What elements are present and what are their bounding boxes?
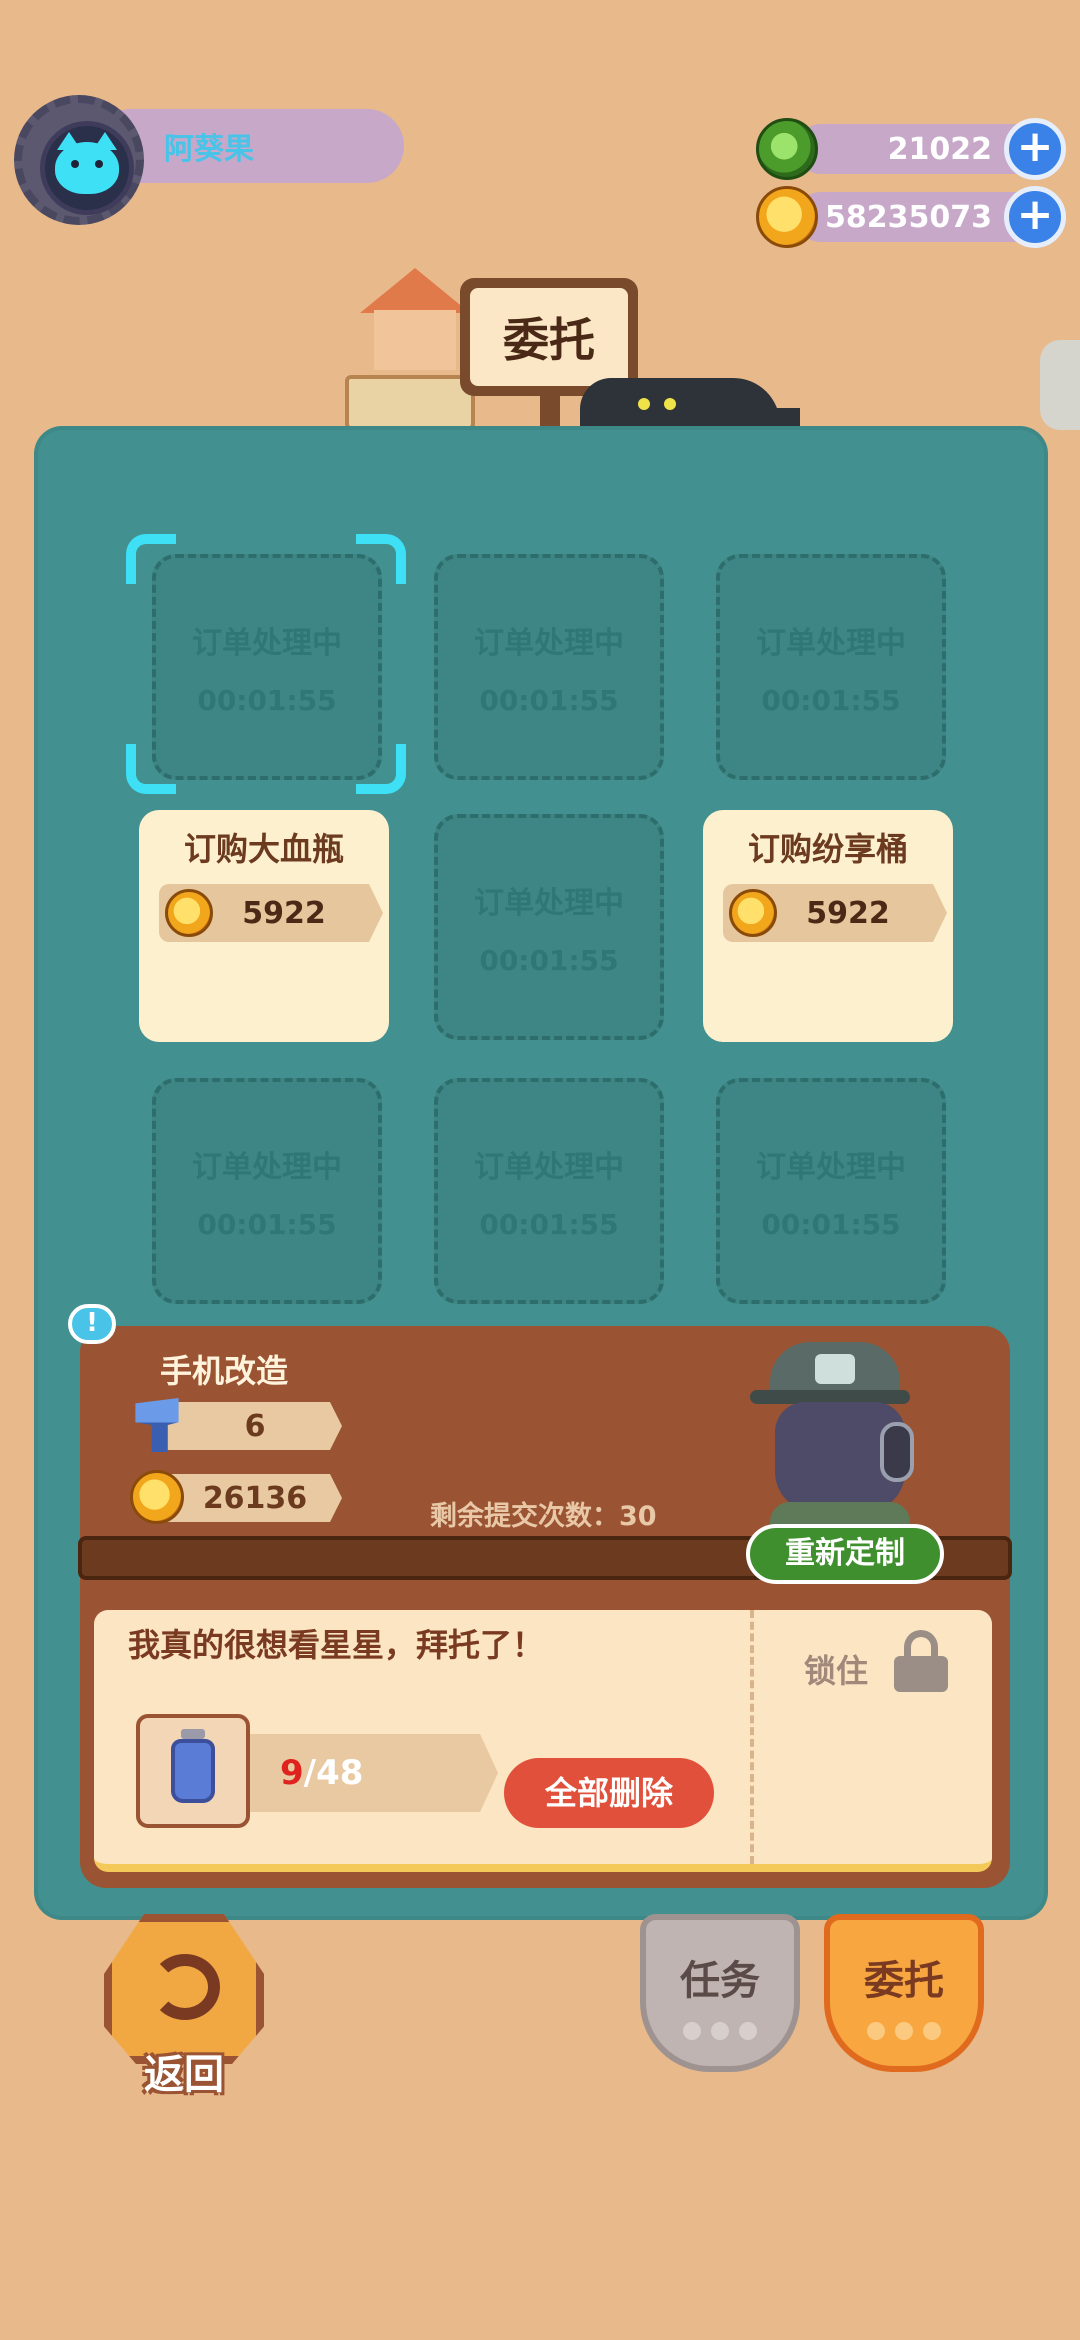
order-slot-processing[interactable]: 订单处理中 00:01:55 [152,1078,382,1304]
reward-amount: 26136 [160,1474,342,1522]
slot-status: 订单处理中 [756,1149,906,1185]
npc-character [740,1332,940,1538]
ticket-divider [750,1610,754,1864]
order-title: 订购大血瓶 [183,830,344,868]
order-slot-processing[interactable]: 订单处理中 00:01:55 [434,1078,664,1304]
gold-coin-icon [756,186,818,248]
sign-post [540,390,560,430]
gold-coin-icon [729,889,777,937]
back-label: 返回 [144,2052,224,2098]
house-icon [360,268,470,370]
avatar-frame[interactable] [14,95,144,225]
order-price-value: 5922 [806,895,890,931]
delete-all-button[interactable]: 全部删除 [504,1758,714,1828]
add-gems-button[interactable]: + [1004,118,1066,180]
return-arrow-icon [150,1954,220,2020]
slot-timer: 00:01:55 [761,683,901,717]
order-card-share-bucket[interactable]: 订购纷享桶 5922 [703,810,953,1042]
star-jar-icon [171,1729,215,1803]
order-card-blood-potion[interactable]: 订购大血瓶 5922 [139,810,389,1042]
gold-coin-icon [165,889,213,937]
order-slot-processing[interactable]: 订单处理中 00:01:55 [716,554,946,780]
slot-timer: 00:01:55 [197,1207,337,1241]
paw-icon [683,2022,757,2040]
slot-status: 订单处理中 [192,625,342,661]
request-card: 我真的很想看星星，拜托了！ 9 /48 全部删除 锁住 [94,1610,992,1872]
avatar [40,121,134,215]
side-drawer-handle[interactable] [1040,340,1080,430]
item-count-current: 9 [280,1753,304,1793]
tab-commission[interactable]: 委托 [824,1914,984,2072]
slot-timer: 00:01:55 [197,683,337,717]
reward-amount: 6 [160,1402,342,1450]
order-price: 5922 [723,884,947,942]
coin-counter: 58235073 + [756,186,1066,248]
item-progress: 9 /48 [250,1734,498,1812]
player-profile[interactable]: 阿葵果 [14,95,404,225]
back-button[interactable]: 返回 [104,1914,264,2098]
info-icon[interactable]: ! [68,1304,116,1344]
slot-timer: 00:01:55 [761,1207,901,1241]
tab-tasks[interactable]: 任务 [640,1914,800,2072]
reward-coins: 26136 [130,1470,342,1524]
cat-avatar-icon [55,132,119,194]
item-count-total: /48 [303,1753,364,1793]
order-title: 订购纷享桶 [747,830,908,868]
commission-panel: 手机改造 6 26136 剩余提交次数：30 重新定制 我真的很想看星星，拜托了… [78,1326,1012,1888]
slot-timer: 00:01:55 [479,943,619,977]
slot-status: 订单处理中 [192,1149,342,1185]
add-coins-button[interactable]: + [1004,186,1066,248]
slot-status: 订单处理中 [474,885,624,921]
order-slot-processing[interactable]: 订单处理中 00:01:55 [716,1078,946,1304]
order-price-value: 5922 [242,895,326,931]
lock-icon[interactable] [894,1630,948,1692]
gold-coin-icon [130,1470,184,1524]
paw-icon [867,2022,941,2040]
order-slot-processing[interactable]: 订单处理中 00:01:55 [434,554,664,780]
slot-timer: 00:01:55 [479,683,619,717]
books-decoration [345,375,475,430]
recustomize-button[interactable]: 重新定制 [746,1524,944,1584]
request-message: 我真的很想看星星，拜托了！ [128,1626,545,1664]
headset-icon [880,1422,914,1482]
order-slot-processing[interactable]: 订单处理中 00:01:55 [152,554,382,780]
required-item[interactable] [136,1714,250,1828]
tab-commission-label: 委托 [864,1958,944,2004]
lock-label: 锁住 [804,1652,869,1690]
commission-title: 手机改造 [160,1352,289,1390]
order-slot-processing[interactable]: 订单处理中 00:01:55 [434,814,664,1040]
slot-status: 订单处理中 [474,1149,624,1185]
remaining-submissions: 剩余提交次数：30 [430,1501,657,1532]
reward-screws: 6 [130,1398,342,1452]
slot-status: 订单处理中 [756,625,906,661]
slot-status: 订单处理中 [474,625,624,661]
order-price: 5922 [159,884,383,942]
slot-timer: 00:01:55 [479,1207,619,1241]
green-coin-icon [756,118,818,180]
gem-counter: 21022 + [756,118,1066,180]
tab-tasks-label: 任务 [680,1958,760,2004]
